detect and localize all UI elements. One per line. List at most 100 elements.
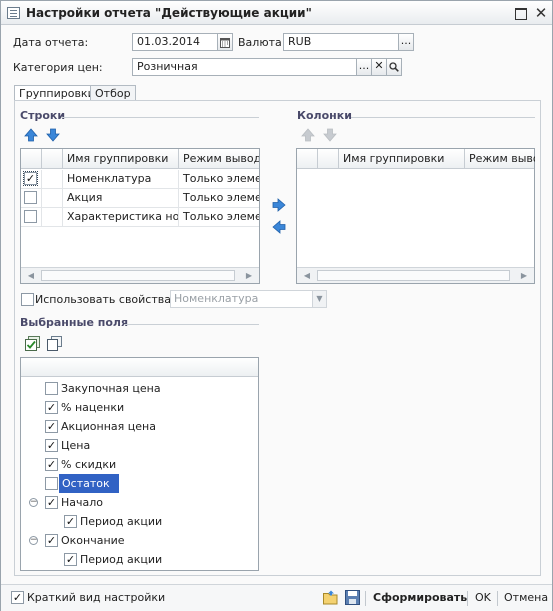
price-category-select-button[interactable]: ... — [356, 58, 372, 76]
currency-label: Валюта: — [238, 36, 286, 49]
table-row[interactable]: Характеристика но... Только элеме... — [21, 208, 259, 227]
rows-column-mode[interactable]: Режим вывода — [179, 149, 259, 169]
settings-window: Настройки отчета "Действующие акции" ✕ Д… — [0, 0, 553, 611]
rows-grid-icon-column — [42, 149, 63, 169]
currency-select-button[interactable]: ... — [398, 33, 414, 51]
use-properties-checkbox[interactable] — [21, 293, 34, 306]
selected-fields-title: Выбранные поля — [20, 316, 129, 329]
row-mode: Только элеме... — [183, 210, 259, 223]
rows-grid: Имя группировки Режим вывода ✓ Номенклат… — [20, 148, 260, 284]
clear-icon: ✕ — [374, 59, 384, 72]
bottom-toolbar: ✓ Краткий вид настройки Сформировать OK … — [1, 584, 552, 611]
check-all-icon[interactable] — [25, 336, 40, 351]
columns-horizontal-scrollbar[interactable]: ◀ ▶ — [297, 267, 534, 283]
table-row[interactable]: ✓ Номенклатура Только элеме... — [21, 170, 259, 189]
arrow-right-icon[interactable] — [272, 198, 286, 212]
scroll-right-icon[interactable]: ▶ — [516, 268, 532, 283]
close-button[interactable]: ✕ — [533, 5, 549, 21]
scroll-right-icon[interactable]: ▶ — [241, 268, 257, 283]
item-checkbox[interactable]: ✓ — [64, 515, 77, 528]
rows-section-divider — [61, 117, 259, 118]
date-field[interactable]: 01.03.2014 — [132, 33, 218, 51]
item-checkbox[interactable]: ✓ — [45, 401, 58, 414]
columns-section-divider — [351, 117, 535, 118]
item-label: Цена — [61, 439, 91, 452]
item-label: Период акции — [80, 553, 163, 566]
row-checkbox[interactable] — [24, 191, 37, 204]
selected-fields-header — [21, 358, 258, 377]
rows-horizontal-scrollbar[interactable]: ◀ ▶ — [21, 267, 259, 283]
clear-button[interactable]: ✕ — [371, 58, 387, 76]
rows-column-name[interactable]: Имя группировки — [63, 149, 179, 169]
item-checkbox[interactable] — [45, 382, 58, 395]
scroll-thumb[interactable] — [41, 270, 235, 281]
open-folder-icon[interactable] — [323, 590, 338, 605]
arrow-up-icon[interactable] — [24, 128, 38, 142]
item-label: Начало — [61, 496, 104, 509]
price-category-label: Категория цен: — [13, 61, 103, 74]
columns-grid: Имя группировки Режим выво ◀ ▶ — [296, 148, 535, 284]
selected-fields-tree: Закупочная цена ✓ % наценки ✓ Акционная … — [20, 357, 259, 571]
item-checkbox[interactable]: ✓ — [45, 439, 58, 452]
ok-button[interactable]: OK — [475, 590, 491, 606]
arrow-down-icon[interactable] — [46, 128, 60, 142]
properties-combo-value: Номенклатура — [174, 292, 259, 305]
short-view-label: Краткий вид настройки — [27, 591, 166, 604]
item-checkbox[interactable]: ✓ — [45, 458, 58, 471]
item-checkbox[interactable]: ✓ — [45, 496, 58, 509]
row-mode: Только элеме... — [183, 191, 259, 204]
cancel-button[interactable]: Отмена — [504, 590, 548, 606]
window-title: Настройки отчета "Действующие акции" — [26, 6, 312, 20]
columns-column-mode[interactable]: Режим выво — [465, 149, 535, 169]
rows-grid-check-column — [21, 149, 42, 169]
ellipsis-icon: ... — [358, 59, 370, 72]
ellipsis-icon: ... — [400, 34, 412, 47]
scroll-thumb[interactable] — [317, 270, 510, 281]
generate-button[interactable]: Сформировать — [373, 590, 467, 606]
columns-column-name[interactable]: Имя группировки — [339, 149, 465, 169]
arrow-up-icon[interactable] — [301, 128, 315, 142]
calendar-icon — [220, 38, 230, 48]
item-label: Период акции — [80, 515, 163, 528]
save-icon[interactable] — [345, 590, 360, 605]
collapse-icon[interactable]: − — [29, 536, 38, 545]
row-mode: Только элеме... — [183, 172, 259, 185]
scroll-left-icon[interactable]: ◀ — [23, 268, 39, 283]
collapse-icon[interactable]: − — [29, 498, 38, 507]
item-checkbox[interactable]: ✓ — [45, 420, 58, 433]
price-category-field[interactable]: Розничная — [132, 58, 357, 76]
date-label: Дата отчета: — [13, 36, 89, 49]
chevron-down-icon[interactable]: ▼ — [312, 291, 326, 307]
item-checkbox[interactable] — [45, 477, 58, 490]
row-checkbox[interactable]: ✓ — [23, 171, 38, 186]
short-view-checkbox[interactable]: ✓ — [11, 591, 24, 604]
columns-grid-header: Имя группировки Режим выво — [297, 149, 535, 169]
row-name: Акция — [63, 189, 179, 208]
item-label: % наценки — [61, 401, 125, 414]
currency-field[interactable]: RUB — [283, 33, 399, 51]
rows-section-title: Строки — [20, 109, 66, 122]
calendar-button[interactable] — [217, 33, 233, 51]
columns-section-title: Колонки — [297, 109, 352, 122]
item-checkbox[interactable]: ✓ — [64, 553, 77, 566]
row-name: Характеристика но... — [63, 208, 179, 227]
maximize-button[interactable] — [512, 5, 528, 21]
scroll-left-icon[interactable]: ◀ — [299, 268, 315, 283]
item-checkbox[interactable]: ✓ — [45, 534, 58, 547]
table-row[interactable]: Акция Только элеме... — [21, 189, 259, 208]
row-name: Номенклатура — [63, 170, 179, 189]
properties-combo[interactable]: Номенклатура ▼ — [170, 290, 327, 308]
item-label: % скидки — [61, 458, 117, 471]
item-label: Акционная цена — [61, 420, 156, 433]
copy-icon[interactable] — [47, 336, 62, 351]
arrow-left-icon[interactable] — [272, 220, 286, 234]
item-label: Остаток — [59, 474, 119, 493]
tab-groupings[interactable]: Группировки — [14, 85, 100, 101]
use-properties-label: Использовать свойства — [35, 293, 171, 306]
form-icon — [7, 7, 20, 19]
row-checkbox[interactable] — [24, 210, 37, 223]
tab-filter[interactable]: Отбор — [90, 85, 136, 101]
open-button[interactable] — [386, 58, 402, 76]
arrow-down-icon[interactable] — [323, 128, 337, 142]
title-bar: Настройки отчета "Действующие акции" ✕ — [1, 1, 552, 25]
